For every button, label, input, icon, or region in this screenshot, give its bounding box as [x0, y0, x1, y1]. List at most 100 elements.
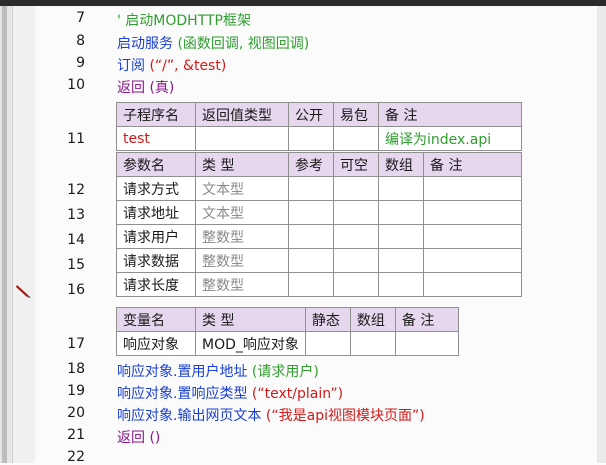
param-remark[interactable]: [423, 200, 522, 225]
code-line[interactable]: 响应对象.置响应类型 (“text/plain”): [117, 383, 343, 403]
parameter-table: 参数名 类 型 参考 可空 数组 备 注 请求方式 文本型 请求地址 文本型 请…: [116, 152, 522, 297]
table-header-row: 变量名 类 型 静态 数组 备 注: [116, 307, 460, 332]
param-nullable[interactable]: [333, 272, 379, 297]
param-array[interactable]: [378, 200, 424, 225]
param-ref[interactable]: [288, 200, 334, 225]
header-cell: 公开: [288, 102, 334, 127]
variable-table: 变量名 类 型 静态 数组 备 注 响应对象 MOD_响应对象: [116, 307, 460, 356]
param-type[interactable]: 整数型: [195, 248, 289, 273]
header-cell: 数组: [378, 152, 424, 177]
var-name[interactable]: 响应对象: [116, 331, 196, 356]
param-ref[interactable]: [288, 248, 334, 273]
param-nullable[interactable]: [333, 248, 379, 273]
line-number: 10: [67, 77, 85, 93]
command-name: 订阅: [117, 58, 145, 74]
header-cell: 子程序名: [116, 102, 196, 127]
var-remark[interactable]: [394, 331, 460, 356]
param-remark[interactable]: [423, 224, 522, 249]
param-name[interactable]: 请求长度: [116, 272, 196, 297]
vertical-scrollbar[interactable]: [597, 6, 606, 463]
table-row[interactable]: test 编译为index.api: [116, 126, 522, 151]
gutter-marker: [2, 6, 7, 463]
param-nullable[interactable]: [333, 224, 379, 249]
table-header-row: 参数名 类 型 参考 可空 数组 备 注: [116, 152, 522, 177]
table-row[interactable]: 请求数据 整数型: [116, 248, 522, 273]
command-args: (“text/plain”): [247, 386, 344, 402]
param-array[interactable]: [378, 176, 424, 201]
object-name: 响应对象: [117, 386, 173, 402]
command-name: 返回: [117, 80, 145, 96]
line-number: 13: [67, 207, 85, 223]
line-number: 14: [67, 232, 85, 248]
code-line[interactable]: 返回 (): [117, 427, 160, 447]
param-type[interactable]: 文本型: [195, 176, 289, 201]
table-row[interactable]: 请求地址 文本型: [116, 200, 522, 225]
header-cell: 可空: [333, 152, 379, 177]
code-line[interactable]: 返回 (真): [117, 77, 174, 97]
header-cell: 参考: [288, 152, 334, 177]
public-cell[interactable]: [288, 126, 334, 151]
param-array[interactable]: [378, 272, 424, 297]
param-nullable[interactable]: [333, 200, 379, 225]
line-number: 12: [67, 182, 85, 198]
header-cell: 静态: [304, 307, 351, 332]
code-line[interactable]: 响应对象.置用户地址 (请求用户): [117, 361, 319, 381]
var-type[interactable]: MOD_响应对象: [195, 331, 306, 356]
code-comment[interactable]: ' 启动MODHTTP框架: [117, 10, 251, 30]
table-row[interactable]: 请求用户 整数型: [116, 224, 522, 249]
code-line[interactable]: 启动服务 (函数回调, 视图回调): [117, 33, 309, 53]
table-row[interactable]: 请求长度 整数型: [116, 272, 522, 297]
param-name[interactable]: 请求方式: [116, 176, 196, 201]
header-cell: 变量名: [116, 307, 196, 332]
header-cell: 易包: [333, 102, 379, 127]
var-array[interactable]: [349, 331, 396, 356]
subroutine-name[interactable]: test: [116, 126, 196, 151]
command-name: 返回: [117, 430, 145, 446]
param-array[interactable]: [378, 248, 424, 273]
param-nullable[interactable]: [333, 176, 379, 201]
header-cell: 类 型: [195, 152, 289, 177]
line-number: 16: [67, 282, 85, 298]
param-ref[interactable]: [288, 176, 334, 201]
table-row[interactable]: 响应对象 MOD_响应对象: [116, 331, 460, 356]
code-line[interactable]: 订阅 (“/”, &test): [117, 55, 226, 75]
param-name[interactable]: 请求用户: [116, 224, 196, 249]
return-type-cell[interactable]: [195, 126, 289, 151]
code-line[interactable]: 响应对象.输出网页文本 (“我是api视图模块页面”): [117, 405, 425, 425]
easy-pack-cell[interactable]: [333, 126, 379, 151]
command-args: (): [145, 430, 161, 446]
method-name: .置响应类型: [173, 386, 248, 402]
command-args: (“我是api视图模块页面”): [261, 408, 425, 424]
remark-cell[interactable]: 编译为index.api: [378, 126, 522, 151]
line-number-margin: [13, 6, 35, 463]
param-name[interactable]: 请求地址: [116, 200, 196, 225]
header-cell: 返回值类型: [195, 102, 289, 127]
param-type[interactable]: 整数型: [195, 272, 289, 297]
command-args: (真): [145, 80, 175, 96]
param-ref[interactable]: [288, 272, 334, 297]
pencil-icon: [16, 285, 31, 298]
command-args: (请求用户): [247, 364, 319, 380]
param-type[interactable]: 文本型: [195, 200, 289, 225]
method-name: .置用户地址: [173, 364, 248, 380]
param-remark[interactable]: [423, 272, 522, 297]
table-header-row: 子程序名 返回值类型 公开 易包 备 注: [116, 102, 522, 127]
table-row[interactable]: 请求方式 文本型: [116, 176, 522, 201]
line-number: 17: [67, 336, 85, 352]
param-remark[interactable]: [423, 248, 522, 273]
param-array[interactable]: [378, 224, 424, 249]
param-remark[interactable]: [423, 176, 522, 201]
line-number: 21: [67, 427, 85, 443]
object-name: 响应对象: [117, 408, 173, 424]
command-args: (“/”, &test): [145, 58, 227, 74]
header-cell: 数组: [349, 307, 396, 332]
object-name: 响应对象: [117, 364, 173, 380]
param-type[interactable]: 整数型: [195, 224, 289, 249]
subroutine-table: 子程序名 返回值类型 公开 易包 备 注 test 编译为index.api: [116, 102, 522, 151]
param-name[interactable]: 请求数据: [116, 248, 196, 273]
var-static[interactable]: [304, 331, 351, 356]
header-cell: 类 型: [195, 307, 306, 332]
line-number: 18: [67, 361, 85, 377]
line-number: 11: [67, 131, 85, 147]
param-ref[interactable]: [288, 224, 334, 249]
